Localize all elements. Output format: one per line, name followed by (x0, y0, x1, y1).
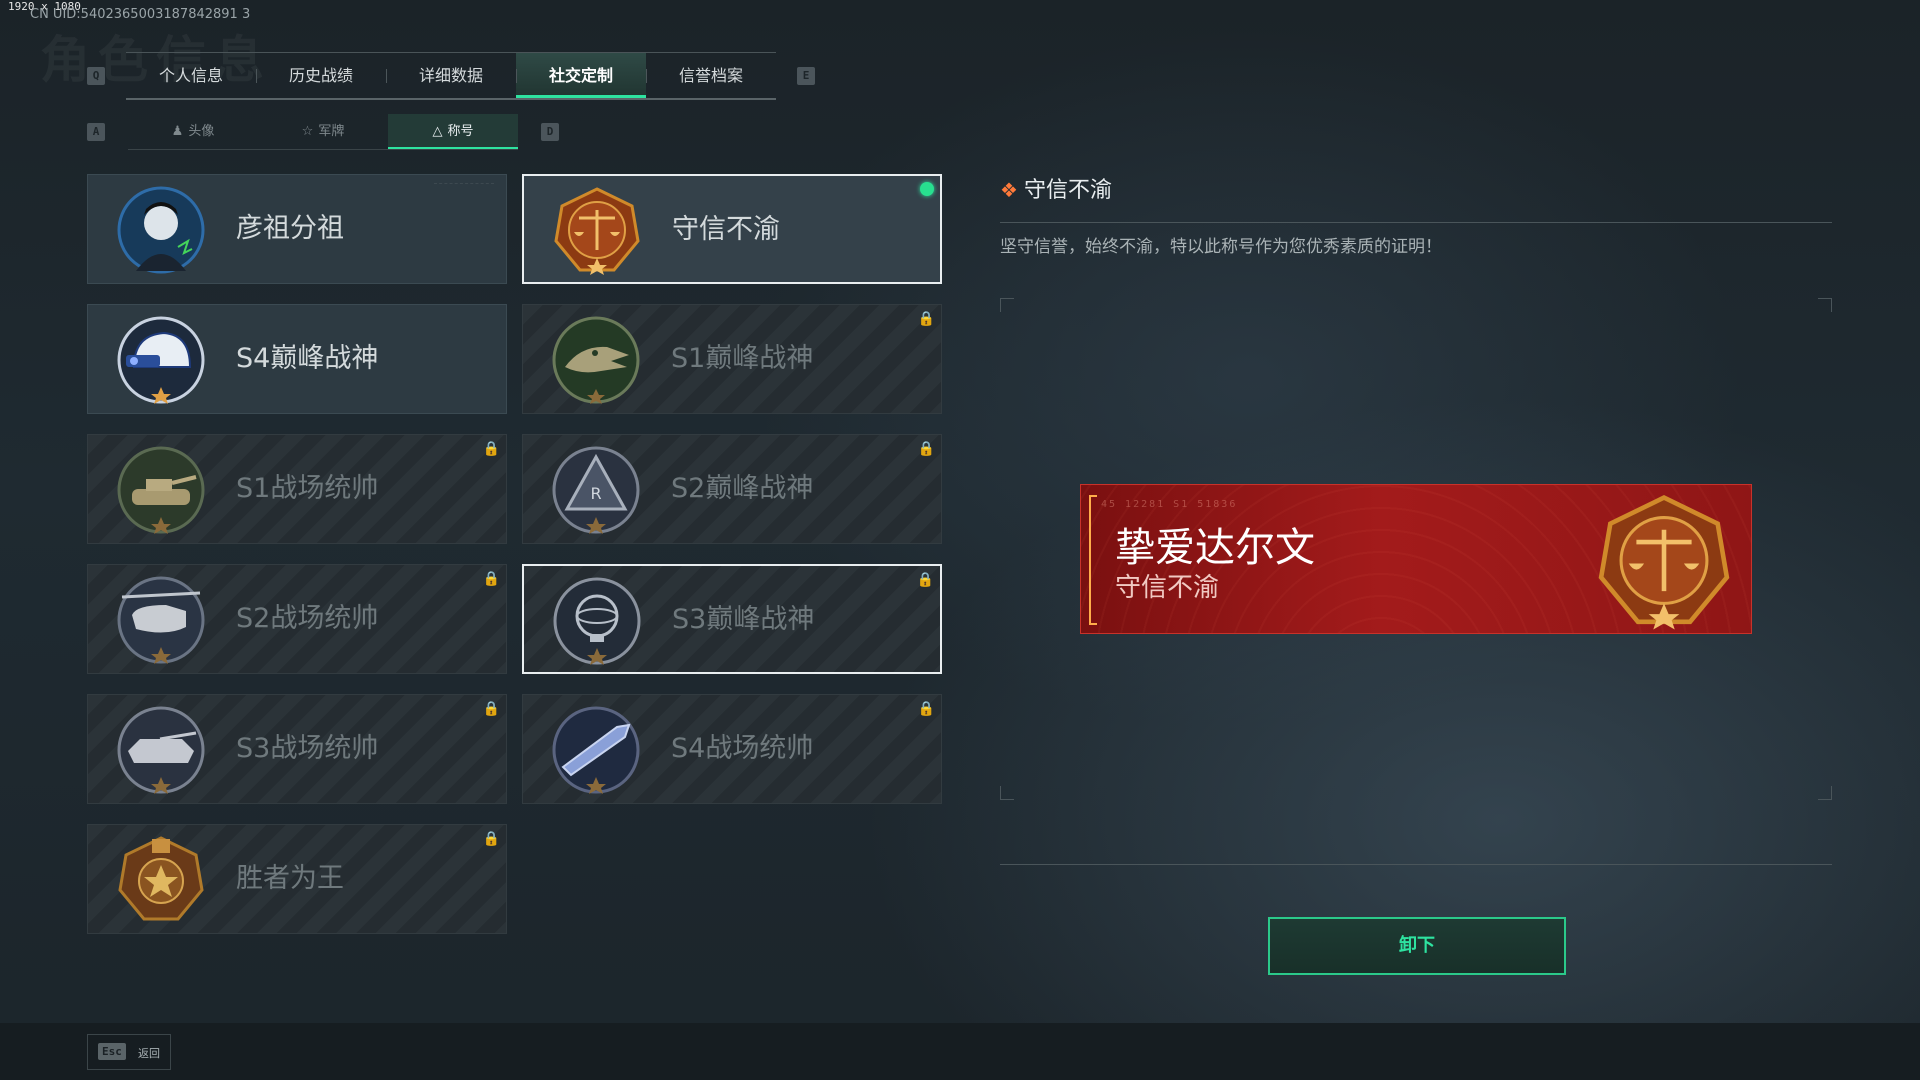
prev-subtab-key[interactable]: A (87, 123, 105, 141)
subtab-dogtag-label: 军牌 (318, 124, 345, 139)
next-tab-key[interactable]: E (797, 67, 815, 85)
diamond-icon: ❖ (1000, 178, 1018, 202)
title-name: 彦祖分祖 (236, 213, 344, 244)
title-card-locked-hovered[interactable]: 🔒 S3巅峰战神 (522, 564, 942, 674)
banner-player-name: 挚爱达尔文 (1115, 525, 1315, 571)
action-divider (1000, 864, 1832, 865)
scales-badge-icon (552, 186, 642, 276)
title-card-locked[interactable]: 🔒 胜者为王 (87, 824, 507, 934)
card-decoration (434, 183, 494, 185)
crocodile-badge-icon (551, 315, 641, 405)
detail-title-text: 守信不渝 (1023, 178, 1112, 203)
missile-badge-icon (551, 705, 641, 795)
title-name: S1战场统帅 (236, 473, 379, 504)
subtab-avatar[interactable]: ♟ 头像 (128, 114, 258, 149)
dogtag-icon: ☆ (301, 124, 314, 139)
scales-badge-icon (1595, 493, 1733, 631)
lock-icon: 🔒 (482, 701, 500, 717)
preview-frame-corner (1000, 298, 1014, 312)
tab-history[interactable]: 历史战绩 (256, 53, 386, 98)
title-card-locked[interactable]: 🔒 S2战场统帅 (87, 564, 507, 674)
title-name: S3战场统帅 (236, 733, 379, 764)
prev-tab-key[interactable]: Q (87, 67, 105, 85)
lock-icon: 🔒 (917, 701, 935, 717)
subtab-avatar-label: 头像 (188, 124, 215, 139)
title-name: S4巅峰战神 (236, 343, 379, 374)
preview-frame-corner (1818, 298, 1832, 312)
back-button[interactable]: Esc 返回 (87, 1034, 171, 1070)
sub-tabs: ♟ 头像 ☆ 军牌 △ 称号 (128, 114, 518, 150)
title-card-selected[interactable]: 守信不渝 (522, 174, 942, 284)
triangle-icon: △ (432, 124, 443, 139)
detail-divider (1000, 222, 1832, 223)
title-card[interactable]: 彦祖分祖 (87, 174, 507, 284)
lock-icon: 🔒 (917, 441, 935, 457)
tab-detailed-data[interactable]: 详细数据 (386, 53, 516, 98)
ifv-badge-icon (116, 705, 206, 795)
title-card-locked[interactable]: 🔒 S3战场统帅 (87, 694, 507, 804)
title-name: S2巅峰战神 (671, 473, 814, 504)
title-name: S2战场统帅 (236, 603, 379, 634)
portrait-badge-icon (116, 185, 206, 275)
next-subtab-key[interactable]: D (541, 123, 559, 141)
title-name: 守信不渝 (672, 214, 780, 245)
preview-frame-corner (1000, 786, 1014, 800)
esc-key: Esc (98, 1043, 126, 1060)
back-label: 返回 (138, 1047, 160, 1060)
subtab-dogtag[interactable]: ☆ 军牌 (258, 114, 388, 149)
lock-icon: 🔒 (916, 572, 934, 588)
tab-credit-profile[interactable]: 信誉档案 (646, 53, 776, 98)
subtab-title-label: 称号 (447, 124, 474, 139)
title-card-locked[interactable]: 🔒 S4战场统帅 (522, 694, 942, 804)
lock-icon: 🔒 (482, 441, 500, 457)
medal-badge-icon (116, 835, 206, 925)
lock-icon: 🔒 (482, 831, 500, 847)
tab-personal-info[interactable]: 个人信息 (126, 53, 256, 98)
title-card-locked[interactable]: R 🔒 S2巅峰战神 (522, 434, 942, 544)
lock-icon: 🔒 (482, 571, 500, 587)
globe-badge-icon (552, 576, 642, 666)
preview-frame-corner (1818, 786, 1832, 800)
subtab-title[interactable]: △ 称号 (388, 114, 518, 149)
title-name: 胜者为王 (236, 863, 344, 894)
equipped-indicator (920, 182, 934, 196)
detail-title: ❖ 守信不渝 (1000, 172, 1112, 204)
banner-codes: 45 12281 S1 51836 (1101, 499, 1238, 510)
main-tabs: 个人信息 历史战绩 详细数据 社交定制 信誉档案 (126, 52, 776, 100)
tab-social-custom[interactable]: 社交定制 (516, 53, 646, 98)
title-card[interactable]: S4巅峰战神 (87, 304, 507, 414)
title-card-locked[interactable]: 🔒 S1战场统帅 (87, 434, 507, 544)
lock-icon: 🔒 (917, 311, 935, 327)
title-name: S1巅峰战神 (671, 343, 814, 374)
triangle-r-badge-icon: R (551, 445, 641, 535)
unequip-button[interactable]: 卸下 (1268, 917, 1566, 975)
title-card-locked[interactable]: 🔒 S1巅峰战神 (522, 304, 942, 414)
detail-description: 坚守信誉，始终不渝，特以此称号作为您优秀素质的证明！ (1000, 237, 1442, 257)
banner-title: 守信不渝 (1115, 573, 1220, 603)
title-preview-banner: 45 12281 S1 51836 挚爱达尔文 守信不渝 (1080, 484, 1752, 634)
bottom-bar (0, 1023, 1920, 1080)
title-name: S3巅峰战神 (672, 604, 815, 635)
svg-text:R: R (590, 484, 601, 503)
helicopter-badge-icon (116, 575, 206, 665)
title-name: S4战场统帅 (671, 733, 814, 764)
helmet-badge-icon (116, 315, 206, 405)
tank-badge-icon (116, 445, 206, 535)
banner-bracket (1089, 495, 1097, 625)
person-icon: ♟ (171, 124, 184, 139)
